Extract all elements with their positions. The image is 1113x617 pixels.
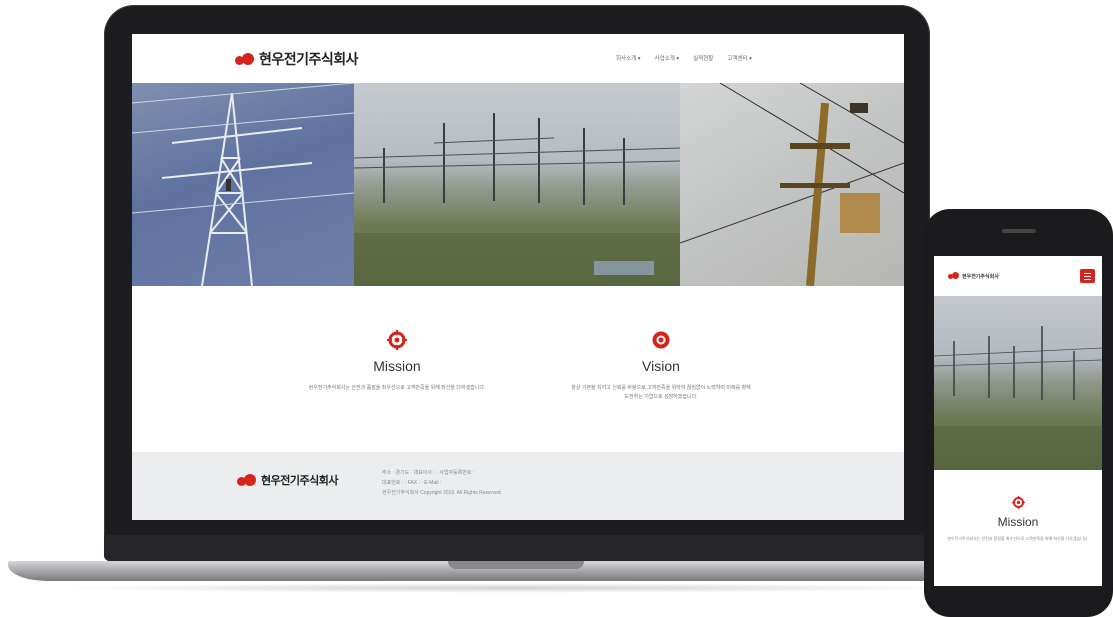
footer-address-line: 주소 : 경기도 · 대표이사 : · 사업자등록번호 : xyxy=(382,470,475,476)
laptop-screen: 현우전기주식회사 회사소개 ▾ 사업소개 ▾ 실적현황 고객센터 ▾ Missi… xyxy=(132,34,904,520)
hero-image-tower xyxy=(132,83,354,286)
logo-mark-icon xyxy=(235,52,254,66)
nav-item-performance[interactable]: 실적현황 xyxy=(693,54,713,62)
mission-block: Mission 현우전기주식회사는 안전과 품질을 최우선으로 고객만족을 위해… xyxy=(272,330,522,393)
mobile-header: 현우전기주식회사 xyxy=(934,256,1102,296)
nav-item-company[interactable]: 회사소개 ▾ xyxy=(616,54,641,62)
hero-banner xyxy=(132,83,904,286)
mobile-logo-mark-icon xyxy=(948,272,959,280)
footer-contact-line: 대표번호 : · FAX : · E-Mail : xyxy=(382,480,442,486)
hamburger-menu-icon[interactable] xyxy=(1080,269,1095,283)
nav-item-support[interactable]: 고객센터 ▾ xyxy=(727,54,752,62)
site-footer: 현우전기주식회사 주소 : 경기도 · 대표이사 : · 사업자등록번호 : 대… xyxy=(132,452,904,520)
vision-block: Vision 항상 기본을 지키고 신뢰를 바탕으로 고객만족을 위하여 끊임없… xyxy=(536,330,786,402)
phone-speaker xyxy=(1002,229,1036,233)
mission-title: Mission xyxy=(373,358,421,374)
site-header: 현우전기주식회사 회사소개 ▾ 사업소개 ▾ 실적현황 고객센터 ▾ xyxy=(132,34,904,83)
site-logo[interactable]: 현우전기주식회사 xyxy=(235,49,359,69)
mobile-mission-target-icon xyxy=(1011,496,1025,509)
footer-logo-mark-icon xyxy=(237,473,256,487)
footer-logo-text: 현우전기주식회사 xyxy=(261,475,338,487)
mobile-logo-text: 현우전기주식회사 xyxy=(962,273,999,280)
vision-title: Vision xyxy=(642,358,680,374)
phone-screen: 현우전기주식회사 Mission 현우전기주식회사는 안전과 품질을 최우선으로… xyxy=(934,256,1102,586)
nav-item-business[interactable]: 사업소개 ▾ xyxy=(655,54,680,62)
footer-info: 주소 : 경기도 · 대표이사 : · 사업자등록번호 : 대표번호 : · F… xyxy=(382,468,502,498)
mobile-logo[interactable]: 현우전기주식회사 xyxy=(948,272,999,280)
mobile-mission-section: Mission 현우전기주식회사는 안전과 품질을 최우선으로 고객만족을 위해… xyxy=(934,470,1102,586)
mission-target-icon xyxy=(387,330,407,350)
footer-copyright-line: 현우전기주식회사 Copyright 2019. All Rights Rese… xyxy=(382,490,502,496)
mobile-mission-description: 현우전기주식회사는 안전과 품질을 최우선으로 고객만족을 위해 최선을 다하겠… xyxy=(947,536,1089,541)
vision-description-line2: 도전하는 기업으로 성장하겠습니다. xyxy=(624,394,698,400)
footer-logo[interactable]: 현우전기주식회사 xyxy=(237,472,338,488)
logo-text: 현우전기주식회사 xyxy=(259,51,359,67)
mobile-hero-image xyxy=(934,296,1102,470)
laptop-shadow xyxy=(40,583,980,593)
main-nav: 회사소개 ▾ 사업소개 ▾ 실적현황 고객센터 ▾ xyxy=(616,54,752,62)
laptop-notch xyxy=(448,561,584,569)
vision-description-line1: 항상 기본을 지키고 신뢰를 바탕으로 고객만족을 위하여 끊임없이 노력하며 … xyxy=(571,385,751,391)
hero-image-substation xyxy=(354,83,680,286)
vision-gear-icon xyxy=(651,330,671,350)
mobile-mission-title: Mission xyxy=(997,515,1039,529)
hero-image-lineworkers xyxy=(680,83,904,286)
mission-description: 현우전기주식회사는 안전과 품질을 최우선으로 고객만족을 위해 최선을 다하겠… xyxy=(308,385,486,391)
mission-vision-section: Mission 현우전기주식회사는 안전과 품질을 최우선으로 고객만족을 위해… xyxy=(132,286,904,452)
